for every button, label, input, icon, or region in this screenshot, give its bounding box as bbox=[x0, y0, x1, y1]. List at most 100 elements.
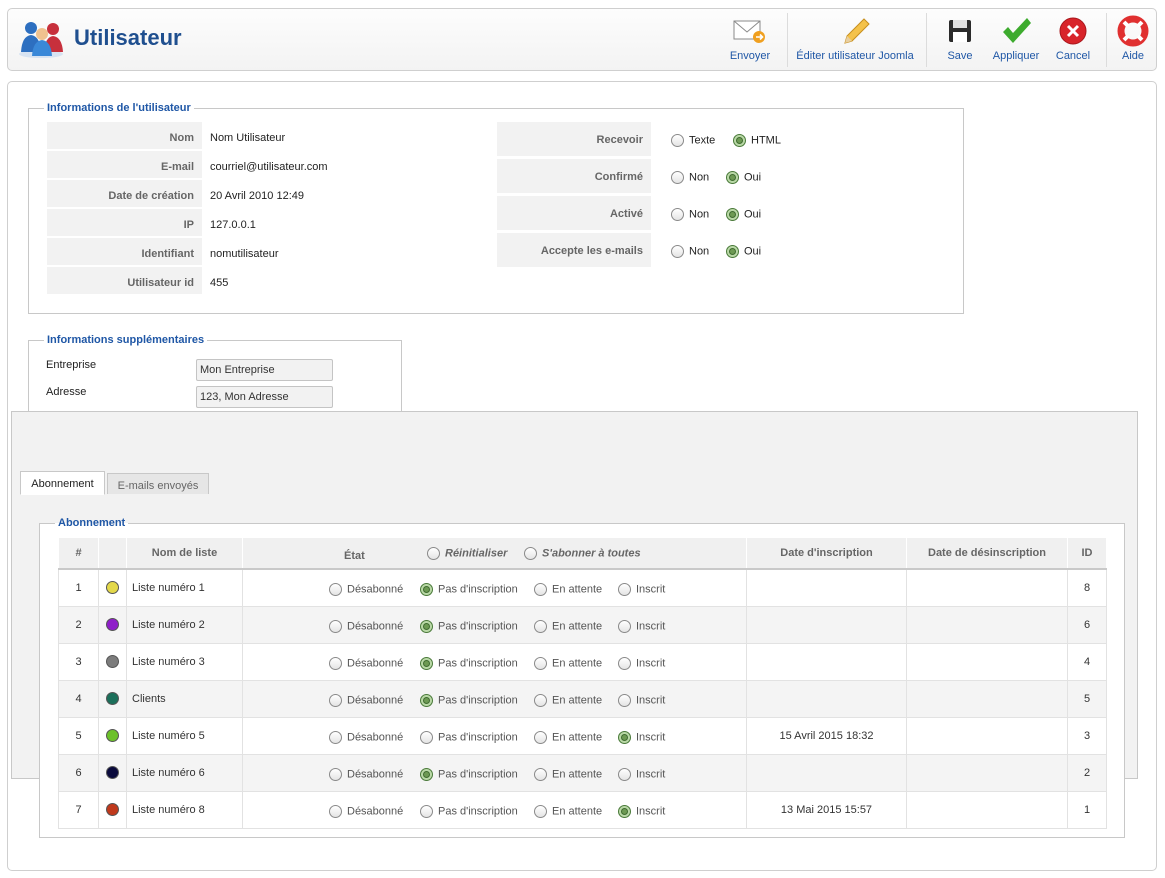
option-b[interactable]: Oui bbox=[726, 171, 761, 184]
status-radio[interactable] bbox=[618, 656, 631, 670]
status-radio[interactable] bbox=[420, 804, 433, 818]
option-a[interactable]: Non bbox=[671, 245, 709, 258]
option-a[interactable]: Non bbox=[671, 208, 709, 221]
edit-joomla-user-button[interactable]: Éditer utilisateur Joomla bbox=[795, 15, 915, 65]
option-a-radio[interactable] bbox=[671, 208, 684, 221]
status-option[interactable]: Inscrit bbox=[618, 619, 665, 633]
status-radio[interactable] bbox=[420, 656, 433, 670]
status-option[interactable]: Pas d'inscription bbox=[420, 804, 518, 818]
status-option[interactable]: Inscrit bbox=[618, 767, 665, 781]
row-date-in bbox=[746, 679, 907, 718]
status-option[interactable]: En attente bbox=[534, 582, 602, 596]
status-option[interactable]: En attente bbox=[534, 656, 602, 670]
subscribe-all-option[interactable]: S'abonner à toutes bbox=[524, 547, 641, 560]
status-option[interactable]: Pas d'inscription bbox=[420, 730, 518, 744]
status-radio[interactable] bbox=[534, 619, 547, 633]
status-radio[interactable] bbox=[534, 730, 547, 744]
status-option[interactable]: Pas d'inscription bbox=[420, 619, 518, 633]
extra-field-label: Adresse bbox=[46, 386, 87, 398]
status-option[interactable]: En attente bbox=[534, 693, 602, 707]
status-option[interactable]: Désabonné bbox=[329, 804, 404, 818]
status-option[interactable]: Pas d'inscription bbox=[420, 582, 518, 596]
status-radio[interactable] bbox=[534, 767, 547, 781]
status-option[interactable]: En attente bbox=[534, 804, 602, 818]
option-a[interactable]: Texte bbox=[671, 134, 715, 147]
status-option[interactable]: Inscrit bbox=[618, 804, 665, 818]
status-option[interactable]: Désabonné bbox=[329, 730, 403, 744]
status-radio[interactable] bbox=[618, 767, 631, 781]
status-option[interactable]: Inscrit bbox=[618, 730, 665, 744]
cancel-button[interactable]: Cancel bbox=[1052, 15, 1094, 65]
status-radio[interactable] bbox=[420, 582, 433, 596]
option-b-radio[interactable] bbox=[726, 171, 739, 184]
status-radio[interactable] bbox=[618, 730, 631, 744]
status-option[interactable]: Désabonné bbox=[329, 619, 403, 633]
status-radio[interactable] bbox=[420, 730, 433, 744]
status-radio[interactable] bbox=[329, 693, 342, 707]
subscribe-all-radio[interactable] bbox=[524, 547, 537, 560]
status-radio[interactable] bbox=[329, 767, 342, 781]
envoyer-button[interactable]: Envoyer bbox=[722, 15, 778, 65]
status-label: Pas d'inscription bbox=[438, 620, 518, 632]
status-radio[interactable] bbox=[618, 804, 631, 818]
status-option[interactable]: Désabonné bbox=[329, 656, 403, 670]
status-radio[interactable] bbox=[618, 582, 631, 596]
status-option[interactable]: Désabonné bbox=[329, 767, 403, 781]
status-option[interactable]: En attente bbox=[534, 767, 602, 781]
reset-radio[interactable] bbox=[427, 547, 440, 560]
status-option[interactable]: Pas d'inscription bbox=[420, 767, 518, 781]
status-option[interactable]: Désabonné bbox=[329, 582, 403, 596]
tab-emails-envoyes[interactable]: E-mails envoyés bbox=[107, 473, 209, 494]
status-radio[interactable] bbox=[534, 582, 547, 596]
tab-abonnement[interactable]: Abonnement bbox=[20, 471, 105, 495]
table-row: 4 Clients Désabonné Pas d'inscription En att… bbox=[58, 679, 1107, 718]
lifebuoy-icon bbox=[1117, 15, 1149, 47]
status-radio[interactable] bbox=[420, 767, 433, 781]
status-radio[interactable] bbox=[534, 656, 547, 670]
status-radio[interactable] bbox=[534, 804, 547, 818]
status-radio[interactable] bbox=[329, 730, 342, 744]
status-radio[interactable] bbox=[329, 804, 342, 818]
option-b[interactable]: HTML bbox=[733, 134, 781, 147]
subscription-table: # Nom de liste État Réinitialiser S'abon… bbox=[58, 537, 1107, 829]
table-row: 3 Liste numéro 3 Désabonné Pas d'inscriptio… bbox=[58, 642, 1107, 681]
option-a-radio[interactable] bbox=[671, 245, 684, 258]
status-option[interactable]: En attente bbox=[534, 619, 602, 633]
status-option[interactable]: Pas d'inscription bbox=[420, 693, 518, 707]
status-option[interactable]: Désabonné bbox=[329, 693, 403, 707]
option-a-radio[interactable] bbox=[671, 171, 684, 184]
status-radio[interactable] bbox=[329, 619, 342, 633]
reset-option[interactable]: Réinitialiser bbox=[427, 547, 507, 560]
status-option[interactable]: En attente bbox=[534, 730, 602, 744]
option-b-radio[interactable] bbox=[726, 208, 739, 221]
status-radio[interactable] bbox=[534, 693, 547, 707]
status-radio[interactable] bbox=[618, 693, 631, 707]
extra-field-input[interactable] bbox=[196, 359, 333, 381]
status-radio[interactable] bbox=[329, 656, 342, 670]
status-option[interactable]: Inscrit bbox=[618, 656, 665, 670]
row-list-name: Liste numéro 3 bbox=[126, 642, 243, 681]
row-date-out bbox=[906, 568, 1068, 607]
col-id: ID bbox=[1067, 537, 1107, 570]
aide-button[interactable]: Aide bbox=[1114, 15, 1152, 65]
row-color bbox=[98, 642, 127, 681]
toolbar-divider bbox=[1106, 13, 1107, 67]
option-a-radio[interactable] bbox=[671, 134, 684, 147]
option-b-radio[interactable] bbox=[733, 134, 746, 147]
status-radio[interactable] bbox=[420, 619, 433, 633]
status-radio[interactable] bbox=[420, 693, 433, 707]
save-button[interactable]: Save bbox=[941, 15, 979, 65]
option-b-radio[interactable] bbox=[726, 245, 739, 258]
option-a[interactable]: Non bbox=[671, 171, 709, 184]
status-option[interactable]: Inscrit bbox=[618, 582, 665, 596]
status-radio[interactable] bbox=[618, 619, 631, 633]
status-option[interactable]: Pas d'inscription bbox=[420, 656, 518, 670]
status-radio[interactable] bbox=[329, 582, 342, 596]
option-b[interactable]: Oui bbox=[726, 208, 761, 221]
status-label: Désabonné bbox=[347, 805, 404, 817]
status-option[interactable]: Inscrit bbox=[618, 693, 665, 707]
row-date-in bbox=[746, 568, 907, 607]
option-b[interactable]: Oui bbox=[726, 245, 761, 258]
appliquer-button[interactable]: Appliquer bbox=[989, 15, 1043, 65]
extra-field-input[interactable] bbox=[196, 386, 333, 408]
